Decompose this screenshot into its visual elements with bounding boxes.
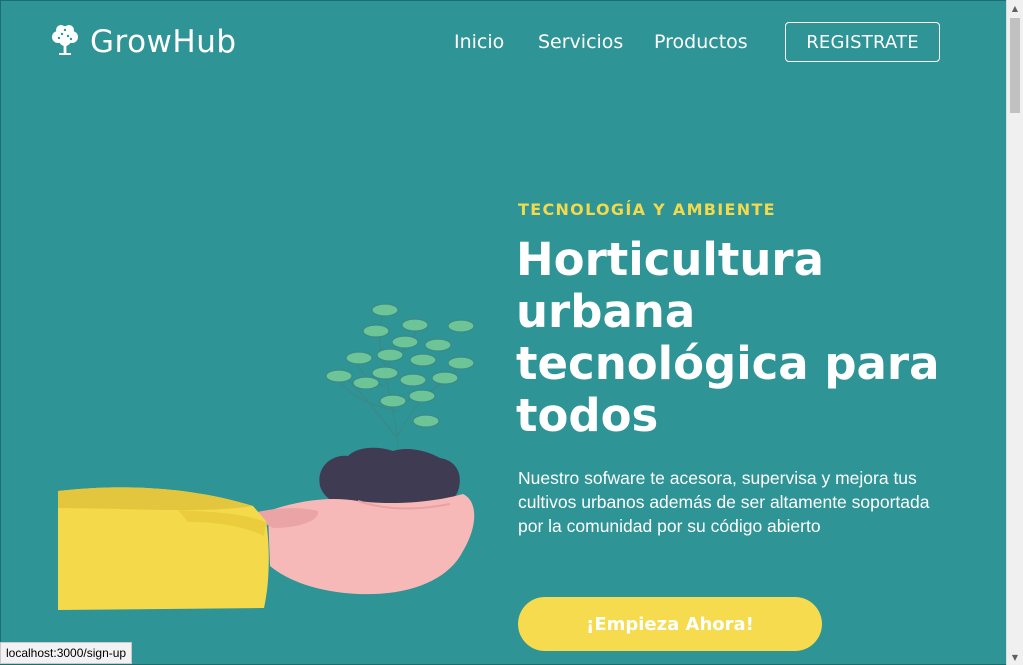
vertical-scrollbar[interactable]: ▲ ▼ — [1006, 0, 1023, 665]
brand-name: GrowHub — [90, 24, 237, 60]
hand-with-plant-illustration — [58, 296, 478, 615]
get-started-button[interactable]: ¡Empieza Ahora! — [518, 597, 822, 651]
scrollbar-thumb[interactable] — [1010, 18, 1020, 113]
scroll-down-arrow-icon[interactable]: ▼ — [1007, 649, 1023, 665]
register-button[interactable]: REGISTRATE — [785, 22, 940, 62]
hero-description: Nuestro sofware te acesora, supervisa y … — [518, 468, 930, 536]
hero-eyebrow: TECNOLOGÍA Y AMBIENTE — [518, 200, 776, 219]
tree-icon — [50, 24, 80, 60]
hero-headline: Horticultura urbana tecnológica para tod… — [516, 233, 940, 442]
brand-logo[interactable]: GrowHub — [50, 24, 237, 60]
scroll-up-arrow-icon[interactable]: ▲ — [1007, 0, 1023, 16]
link-status-url: localhost:3000/sign-up — [0, 642, 133, 664]
nav-link-productos[interactable]: Productos — [654, 31, 748, 53]
nav-link-servicios[interactable]: Servicios — [538, 31, 623, 53]
nav-link-inicio[interactable]: Inicio — [454, 31, 504, 53]
